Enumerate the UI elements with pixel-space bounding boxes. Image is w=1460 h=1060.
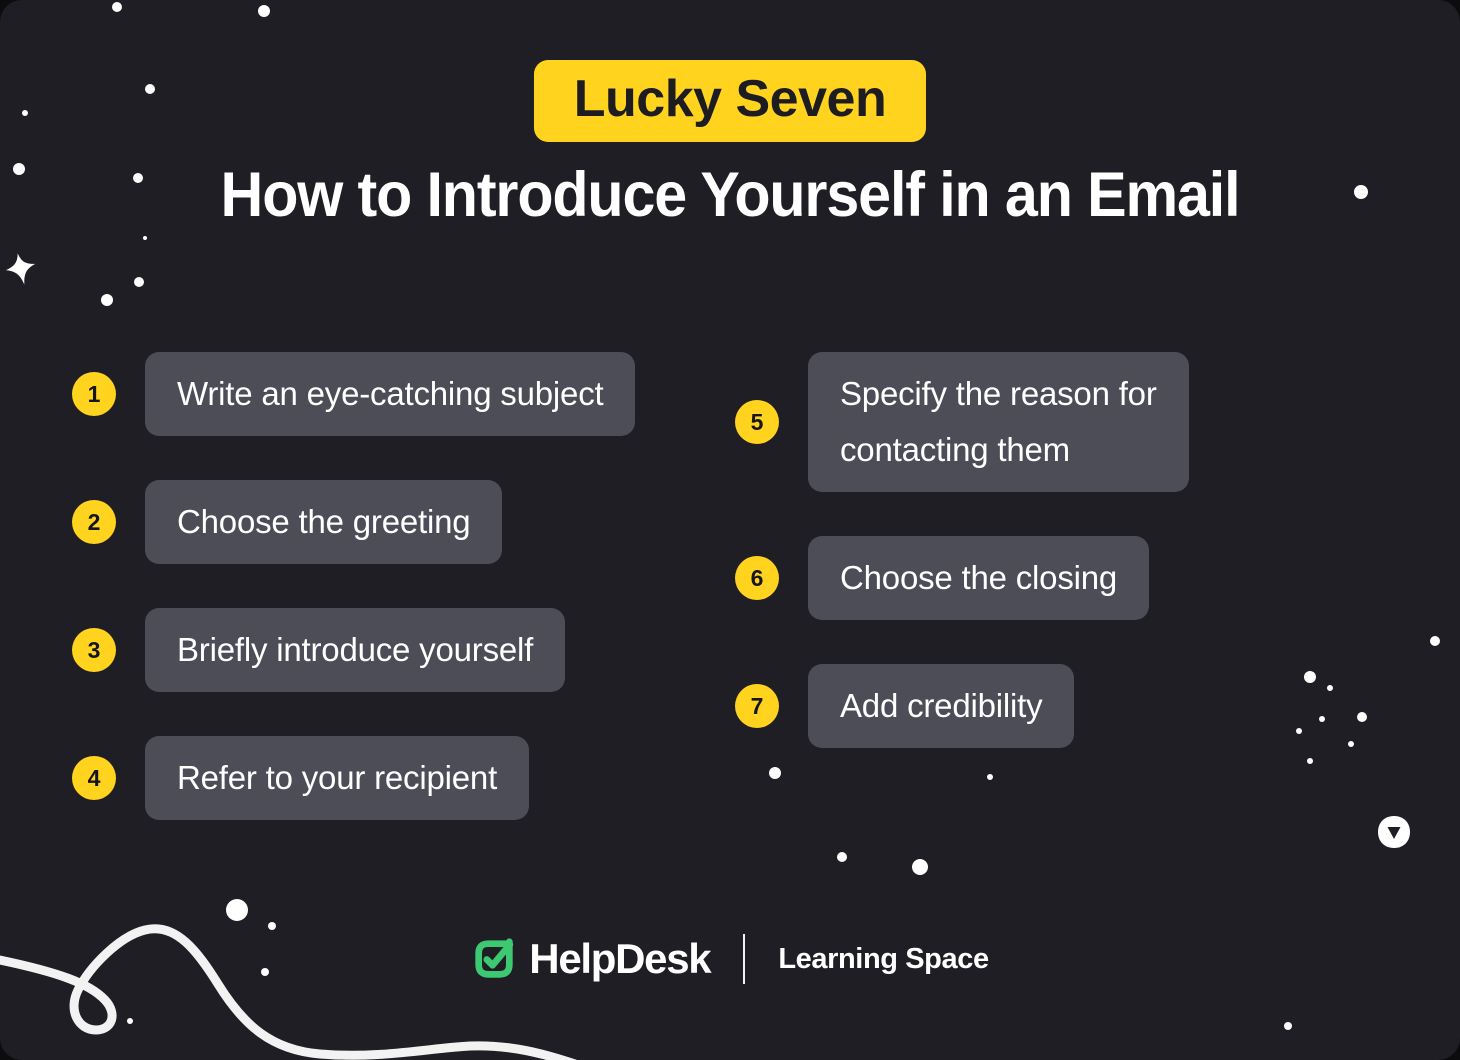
footer-branding: HelpDesk Learning Space bbox=[0, 934, 1460, 984]
decorative-dot bbox=[1296, 728, 1302, 734]
header: Lucky Seven How to Introduce Yourself in… bbox=[0, 60, 1460, 228]
step-item[interactable]: 2 Choose the greeting bbox=[72, 480, 503, 565]
step-label: Choose the greeting bbox=[145, 480, 503, 565]
step-label: Write an eye-catching subject bbox=[145, 352, 636, 437]
helpdesk-checkmark-icon bbox=[475, 938, 514, 978]
decorative-dot bbox=[1348, 741, 1354, 747]
decorative-dot bbox=[226, 899, 248, 921]
step-number-badge: 5 bbox=[735, 400, 779, 445]
rounded-triangle-icon bbox=[1378, 816, 1410, 848]
decorative-dot bbox=[1307, 758, 1313, 764]
decorative-dot bbox=[1284, 1022, 1292, 1030]
decorative-dot bbox=[1430, 636, 1440, 646]
step-label: Add credibility bbox=[808, 664, 1075, 749]
step-number-badge: 7 bbox=[735, 684, 779, 729]
decorative-dot bbox=[143, 236, 147, 240]
step-number-badge: 3 bbox=[72, 628, 116, 673]
decorative-dot bbox=[769, 767, 781, 779]
decorative-dot bbox=[134, 277, 144, 287]
step-item[interactable]: 3 Briefly introduce yourself bbox=[72, 608, 566, 693]
decorative-dot bbox=[912, 859, 928, 875]
decorative-dot bbox=[127, 1018, 133, 1024]
step-item[interactable]: 5 Specify the reason for contacting them bbox=[735, 352, 1189, 493]
step-item[interactable]: 1 Write an eye-catching subject bbox=[72, 352, 636, 437]
decorative-dot bbox=[258, 5, 270, 17]
step-label: Refer to your recipient bbox=[145, 736, 530, 821]
four-point-star-icon bbox=[5, 253, 36, 285]
decorative-dot bbox=[837, 852, 847, 862]
decorative-dot bbox=[1357, 712, 1367, 722]
step-number-badge: 4 bbox=[72, 756, 116, 801]
sub-brand-label: Learning Space bbox=[778, 942, 989, 975]
decorative-dot bbox=[268, 922, 276, 930]
decorative-dot bbox=[1327, 685, 1333, 691]
decorative-dot bbox=[1304, 671, 1316, 683]
step-number-badge: 6 bbox=[735, 556, 779, 601]
step-number-badge: 1 bbox=[72, 372, 116, 417]
step-item[interactable]: 7 Add credibility bbox=[735, 664, 1075, 749]
infographic-card: Lucky Seven How to Introduce Yourself in… bbox=[0, 0, 1460, 1060]
step-number-badge: 2 bbox=[72, 500, 116, 545]
step-label: Briefly introduce yourself bbox=[145, 608, 566, 693]
footer-divider bbox=[743, 934, 746, 984]
decorative-dot bbox=[987, 774, 993, 780]
decorative-dot bbox=[112, 2, 122, 12]
decorative-dot bbox=[1319, 716, 1325, 722]
decorative-dot bbox=[101, 294, 113, 306]
page-title: How to Introduce Yourself in an Email bbox=[220, 160, 1241, 230]
step-item[interactable]: 6 Choose the closing bbox=[735, 536, 1150, 621]
logo-wordmark: HelpDesk bbox=[529, 935, 711, 982]
step-label: Specify the reason for contacting them bbox=[808, 352, 1189, 493]
step-label: Choose the closing bbox=[808, 536, 1150, 621]
step-item[interactable]: 4 Refer to your recipient bbox=[72, 736, 530, 821]
badge-lucky-seven: Lucky Seven bbox=[533, 60, 927, 142]
